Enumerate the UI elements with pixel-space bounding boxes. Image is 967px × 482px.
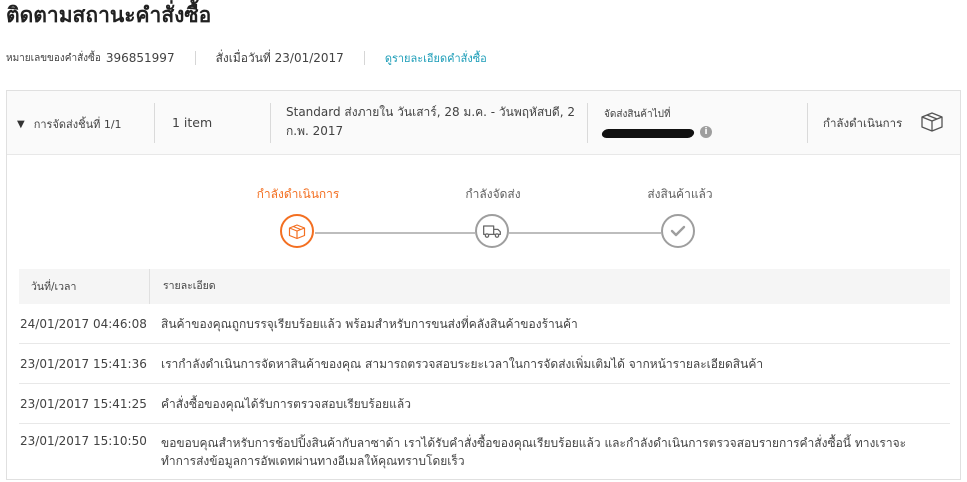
divider xyxy=(363,51,365,65)
progress-line xyxy=(315,232,475,234)
table-row: 24/01/2017 04:46:08 สินค้าของคุณถูกบรรจุ… xyxy=(19,304,950,344)
row-detail: เรากำลังดำเนินการจัดหาสินค้าของคุณ สามาร… xyxy=(161,356,764,371)
package-card: ▼ การจัดส่งชิ้นที่ 1/1 1 item Standard ส… xyxy=(6,90,961,480)
redacted-address xyxy=(601,129,695,138)
order-number-label: หมายเลขของคำสั่งซื้อ xyxy=(6,52,101,64)
divider xyxy=(154,103,155,143)
box-icon xyxy=(280,214,314,248)
package-toggle[interactable]: ▼ การจัดส่งชิ้นที่ 1/1 xyxy=(17,115,122,133)
truck-icon xyxy=(475,214,509,248)
divider xyxy=(270,103,271,143)
divider xyxy=(587,103,588,143)
table-row: 23/01/2017 15:41:25 คำสั่งซื้อของคุณได้ร… xyxy=(19,384,950,424)
row-datetime: 23/01/2017 15:41:36 xyxy=(20,356,147,371)
row-detail: คำสั่งซื้อของคุณได้รับการตรวจสอบเรียบร้อ… xyxy=(161,396,411,411)
row-detail: สินค้าของคุณถูกบรรจุเรียบร้อยแล้ว พร้อมส… xyxy=(161,316,578,331)
order-date: สั่งเมื่อวันที่ 23/01/2017 xyxy=(215,50,344,65)
box-icon xyxy=(919,109,945,137)
row-datetime: 24/01/2017 04:46:08 xyxy=(20,316,147,331)
page-title: ติดตามสถานะคำสั่งซื้อ xyxy=(6,3,212,27)
order-details-link[interactable]: ดูรายละเอียดคำสั่งซื้อ xyxy=(385,49,487,67)
table-row: 23/01/2017 15:41:36 เรากำลังดำเนินการจัด… xyxy=(19,344,950,384)
order-number: 396851997 xyxy=(105,51,175,65)
row-datetime: 23/01/2017 15:41:25 xyxy=(20,396,147,411)
info-icon[interactable]: i xyxy=(700,126,712,138)
log-header: วันที่/เวลา รายละเอียด xyxy=(19,269,950,304)
progress-line xyxy=(509,232,661,234)
destination-label: จัดส่งสินค้าไปที่ xyxy=(604,109,671,120)
caret-down-icon: ▼ xyxy=(17,118,25,130)
step-label: กำลังจัดส่ง xyxy=(465,187,521,201)
divider xyxy=(807,103,808,143)
step-delivered: ส่งสินค้าแล้ว xyxy=(610,184,750,204)
row-datetime: 23/01/2017 15:10:50 xyxy=(20,434,147,448)
datetime-header: วันที่/เวลา xyxy=(31,281,77,293)
package-header: ▼ การจัดส่งชิ้นที่ 1/1 1 item Standard ส… xyxy=(7,91,960,155)
divider xyxy=(194,51,196,65)
step-label: กำลังดำเนินการ xyxy=(256,187,340,201)
package-status: กำลังดำเนินการ xyxy=(823,116,903,130)
step-processing: กำลังดำเนินการ xyxy=(228,184,368,204)
shipping-info: Standard ส่งภายใน วันเสาร์, 28 ม.ค. - วั… xyxy=(286,105,575,138)
check-icon xyxy=(661,214,695,248)
row-detail: ขอขอบคุณสำหรับการช้อปปิ้งสินค้ากับลาซาด้… xyxy=(161,436,907,468)
item-count: 1 item xyxy=(172,115,213,130)
step-shipping: กำลังจัดส่ง xyxy=(423,184,563,204)
progress-tracker: กำลังดำเนินการ กำลังจัดส่ง ส่งสินค้าแล้ว xyxy=(7,154,960,269)
tracking-log: วันที่/เวลา รายละเอียด 24/01/2017 04:46:… xyxy=(19,269,950,482)
step-label: ส่งสินค้าแล้ว xyxy=(647,187,713,201)
order-meta: หมายเลขของคำสั่งซื้อ 396851997 สั่งเมื่อ… xyxy=(6,48,487,68)
package-toggle-label: การจัดส่งชิ้นที่ 1/1 xyxy=(33,118,122,131)
detail-header: รายละเอียด xyxy=(149,269,950,304)
table-row: 23/01/2017 15:10:50 ขอขอบคุณสำหรับการช้อ… xyxy=(19,424,950,482)
